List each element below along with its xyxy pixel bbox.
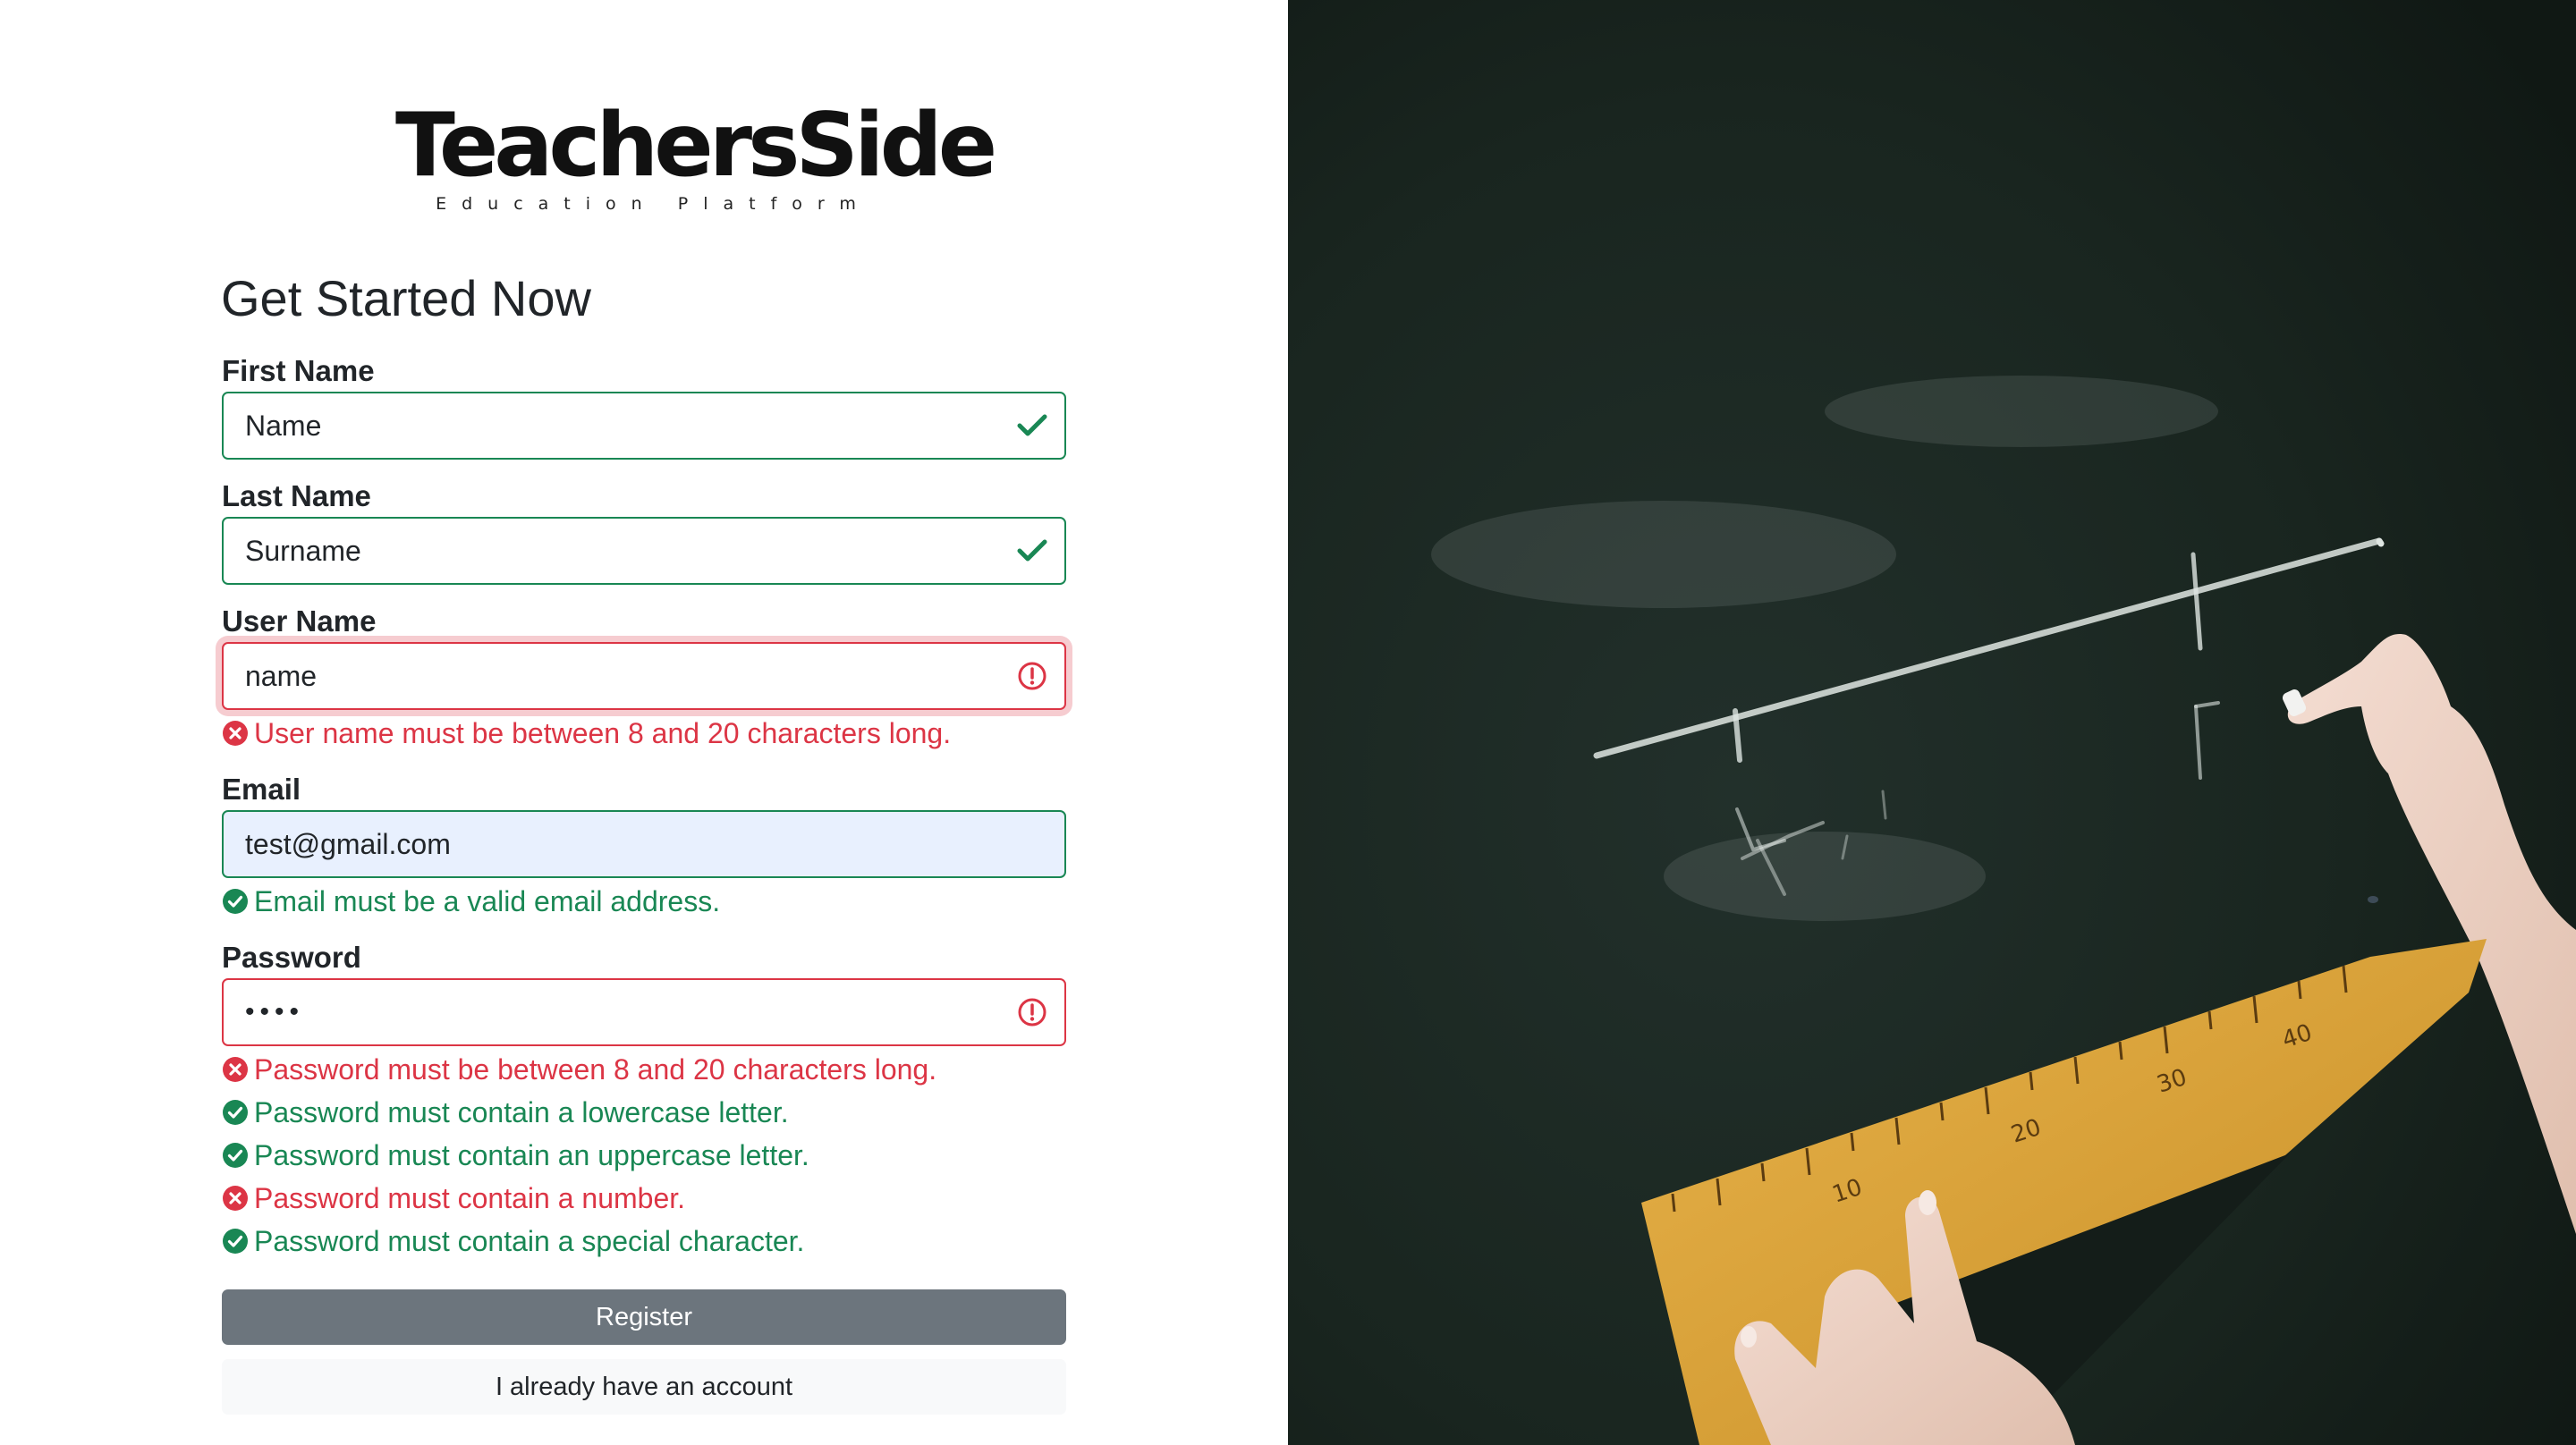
feedback-text: Password must contain an uppercase lette… (254, 1139, 809, 1171)
check-icon (1017, 539, 1047, 562)
email-input[interactable] (245, 812, 996, 876)
password-input[interactable] (245, 980, 996, 1044)
password-field[interactable] (222, 978, 1066, 1046)
feedback-text: Password must contain a number. (254, 1182, 686, 1214)
exclamation-circle-icon (1018, 662, 1046, 690)
first-name-label: First Name (222, 354, 375, 387)
feedback-text: Password must contain a special characte… (254, 1225, 805, 1257)
last-name-label: Last Name (222, 479, 371, 512)
check-circle-icon (223, 1229, 248, 1254)
feedback-text: Password must contain a lowercase letter… (254, 1096, 789, 1128)
first-name-input[interactable] (245, 393, 996, 458)
check-circle-icon (223, 889, 248, 914)
hero-chalkboard-image: 10 20 30 40 (1288, 0, 2576, 1445)
x-circle-icon (223, 1186, 248, 1211)
check-circle-icon (223, 1100, 248, 1125)
registration-panel: TeachersSide Education Platform Get Star… (0, 0, 1288, 1445)
last-name-field[interactable] (222, 517, 1066, 585)
email-valid-feedback: Email must be a valid email address. (222, 883, 720, 919)
email-label: Email (222, 773, 301, 806)
user-name-field[interactable] (222, 642, 1066, 710)
user-name-length-error: User name must be between 8 and 20 chara… (222, 715, 951, 751)
exclamation-circle-icon (1018, 998, 1046, 1027)
last-name-input[interactable] (245, 519, 996, 583)
first-name-field[interactable] (222, 392, 1066, 460)
password-number-error: Password must contain a number. (222, 1180, 685, 1216)
password-lowercase-ok: Password must contain a lowercase letter… (222, 1094, 789, 1130)
password-label: Password (222, 941, 361, 974)
password-special-ok: Password must contain a special characte… (222, 1223, 804, 1259)
user-name-label: User Name (222, 604, 377, 638)
password-uppercase-ok: Password must contain an uppercase lette… (222, 1137, 809, 1173)
x-circle-icon (223, 721, 248, 746)
brand-logo: TeachersSide Education Platform (395, 95, 997, 218)
brand-tagline: Education Platform (436, 194, 871, 214)
user-name-input[interactable] (245, 644, 996, 708)
check-circle-icon (223, 1143, 248, 1168)
email-field[interactable] (222, 810, 1066, 878)
x-circle-icon (223, 1057, 248, 1082)
feedback-text: Email must be a valid email address. (254, 885, 721, 917)
existing-account-button[interactable]: I already have an account (222, 1359, 1066, 1415)
feedback-text: User name must be between 8 and 20 chara… (254, 717, 952, 749)
page-title: Get Started Now (221, 270, 591, 326)
check-icon (1017, 414, 1047, 436)
feedback-text: Password must be between 8 and 20 charac… (254, 1053, 937, 1086)
password-length-error: Password must be between 8 and 20 charac… (222, 1052, 936, 1087)
chalkboard-illustration: 10 20 30 40 (1288, 0, 2576, 1445)
brand-name: TeachersSide (395, 95, 997, 197)
register-button[interactable]: Register (222, 1289, 1066, 1345)
